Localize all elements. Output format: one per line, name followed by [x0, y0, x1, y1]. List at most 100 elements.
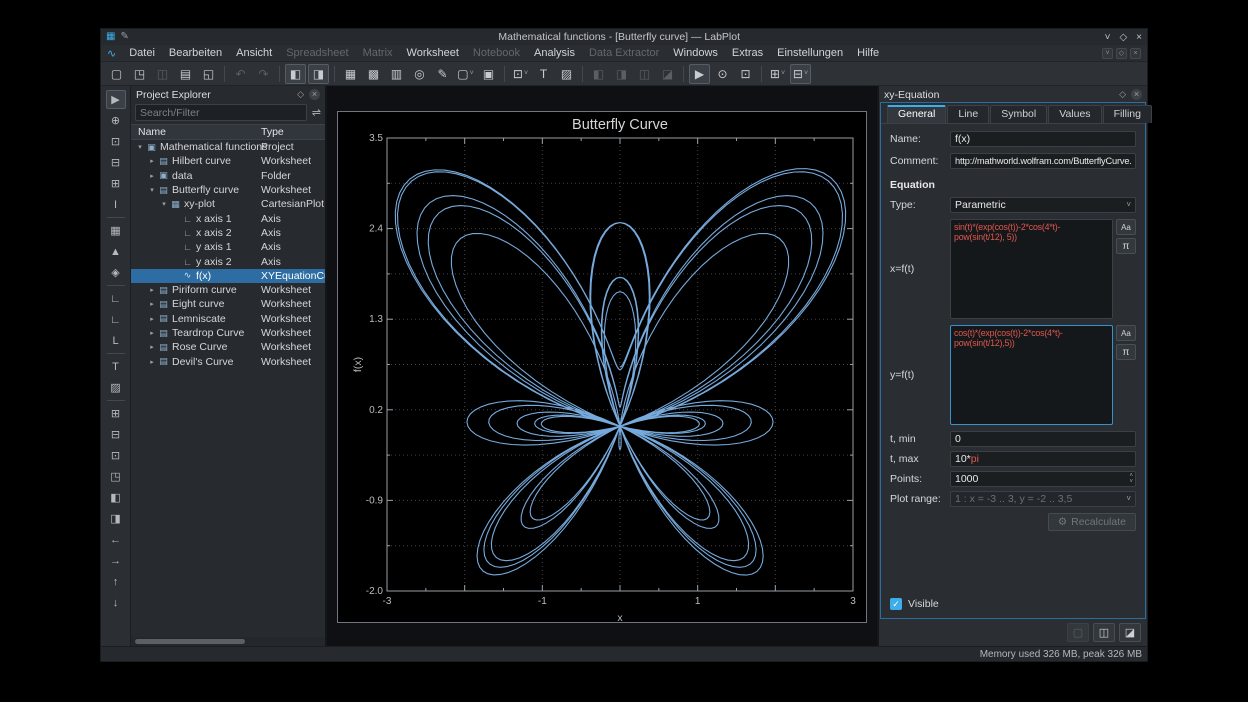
add-image-button[interactable]: ▨ [106, 378, 126, 397]
expander-icon[interactable]: ▸ [147, 286, 157, 294]
zoom-out-button[interactable]: ⊟ [106, 425, 126, 444]
pin-icon[interactable]: ✎ [120, 29, 128, 45]
child-close-icon[interactable]: × [1130, 48, 1141, 59]
shift-right-x-button[interactable]: → [106, 551, 126, 570]
add-y-axis-button[interactable]: ∟ [106, 310, 126, 329]
menu-datei[interactable]: Datei [122, 45, 162, 62]
t-max-input[interactable]: 10*pi [950, 451, 1136, 467]
insert-constant-button[interactable]: π [1116, 344, 1136, 360]
add-curve-button[interactable]: ◈ [106, 263, 126, 282]
menu-ansicht[interactable]: Ansicht [229, 45, 279, 62]
zoom-origin-button[interactable]: ⊡ [106, 446, 126, 465]
add-text-label-button[interactable]: T [106, 357, 126, 376]
menu-analysis[interactable]: Analysis [527, 45, 582, 62]
magnification-button[interactable]: ⊞˅ [767, 64, 788, 84]
tab-general[interactable]: General [887, 105, 946, 123]
float-panel-icon[interactable]: ◇ [297, 89, 304, 100]
expander-icon[interactable]: ▾ [147, 186, 157, 194]
save-template-button[interactable]: ◫ [1093, 623, 1115, 642]
comment-input[interactable] [950, 153, 1136, 169]
zoom-select-region-button[interactable]: ⊡ [106, 132, 126, 151]
butterfly-plot[interactable]: -3-1133.52.41.30.2-0.9-2.0Butterfly Curv… [338, 112, 866, 622]
zoom-select-y-button[interactable]: ⊞ [106, 174, 126, 193]
expander-icon[interactable]: ▾ [135, 143, 145, 151]
tree-item-x-axis-1[interactable]: ∟x axis 1Axis [131, 211, 325, 225]
tree-item-mathematical-functions[interactable]: ▾▣Mathematical functionsProject [131, 140, 325, 154]
add-axis-button[interactable]: L [106, 331, 126, 350]
tab-filling[interactable]: Filling [1103, 105, 1152, 123]
add-image-button[interactable]: ▨ [556, 64, 577, 84]
shift-down-y-button[interactable]: ↓ [106, 593, 126, 612]
print-button[interactable]: ▤ [175, 64, 196, 84]
name-input[interactable] [950, 131, 1136, 147]
tree-item-lemniscate[interactable]: ▸▤LemniscateWorksheet [131, 312, 325, 326]
insert-function-button[interactable]: Aa [1116, 325, 1136, 341]
tree-item-xy-plot[interactable]: ▾▦xy-plotCartesianPlot [131, 197, 325, 211]
pan-mode-button[interactable]: ⊙ [712, 64, 733, 84]
float-panel-icon[interactable]: ◇ [1119, 89, 1126, 100]
new-spreadsheet-button[interactable]: ▦ [340, 64, 361, 84]
worksheet-page[interactable]: -3-1133.52.41.30.2-0.9-2.0Butterfly Curv… [337, 111, 867, 623]
tree-item-data[interactable]: ▸▣dataFolder [131, 169, 325, 183]
points-input[interactable]: 1000 [950, 471, 1136, 487]
tree-item-eight-curve[interactable]: ▸▤Eight curveWorksheet [131, 297, 325, 311]
search-input[interactable] [135, 104, 307, 121]
menu-einstellungen[interactable]: Einstellungen [770, 45, 850, 62]
close-panel-icon[interactable]: × [309, 89, 320, 100]
add-plot-button[interactable]: ▦ [106, 221, 126, 240]
new-file-button[interactable]: ▢ [106, 64, 127, 84]
expander-icon[interactable]: ▸ [147, 172, 157, 180]
new-matrix-button[interactable]: ▩ [363, 64, 384, 84]
x-equation-input[interactable]: sin(t)*(exp(cos(t))-2*cos(4*t)-pow(sin(t… [950, 219, 1113, 319]
add-x-axis-button[interactable]: ∟ [106, 289, 126, 308]
tree-item-y-axis-2[interactable]: ∟y axis 2Axis [131, 254, 325, 268]
shift-left-x-button[interactable]: ← [106, 530, 126, 549]
column-type[interactable]: Type [261, 126, 284, 138]
select-mode-button[interactable]: ▶ [689, 64, 710, 84]
tab-symbol[interactable]: Symbol [990, 105, 1047, 123]
expander-icon[interactable]: ▸ [147, 315, 157, 323]
menu-extras[interactable]: Extras [725, 45, 770, 62]
t-min-input[interactable] [950, 431, 1136, 447]
tree-item-x-axis-2[interactable]: ∟x axis 2Axis [131, 226, 325, 240]
menu-windows[interactable]: Windows [666, 45, 725, 62]
tree-item-devil-s-curve[interactable]: ▸▤Devil's CurveWorksheet [131, 354, 325, 368]
insert-constant-button[interactable]: π [1116, 238, 1136, 254]
new-datapicker-button[interactable]: ◎ [409, 64, 430, 84]
tree-item-y-axis-1[interactable]: ∟y axis 1Axis [131, 240, 325, 254]
close-panel-icon[interactable]: × [1131, 89, 1142, 100]
tree-item-f-x-[interactable]: ∿f(x)XYEquationCurve [131, 269, 325, 283]
visible-checkbox[interactable]: ✓ [890, 598, 902, 610]
column-name[interactable]: Name [138, 126, 166, 138]
expander-icon[interactable]: ▸ [147, 343, 157, 351]
add-text-label-button[interactable]: T [533, 64, 554, 84]
zoom-fit-button[interactable]: ◳ [106, 467, 126, 486]
insert-function-button[interactable]: Aa [1116, 219, 1136, 235]
zoom-select-x-button[interactable]: ⊟ [106, 153, 126, 172]
tree-column-header[interactable]: Name Type [131, 124, 325, 140]
zoom-fit-y-button[interactable]: ◨ [106, 509, 126, 528]
scrollbar-thumb[interactable] [135, 639, 245, 644]
zoom-mode-button[interactable]: ⊡ [735, 64, 756, 84]
maximize-icon[interactable]: ◇ [1119, 32, 1127, 43]
presenter-mode-button[interactable]: ⊟˅ [790, 64, 811, 84]
filter-options-icon[interactable]: ⇌ [312, 106, 321, 119]
child-minimize-icon[interactable]: ˅ [1102, 48, 1113, 59]
zoom-in-button[interactable]: ⊞ [106, 404, 126, 423]
expander-icon[interactable]: ▸ [147, 358, 157, 366]
expander-icon[interactable]: ▸ [147, 329, 157, 337]
text-cursor-button[interactable]: I [106, 195, 126, 214]
menu-worksheet[interactable]: Worksheet [400, 45, 466, 62]
tree-item-rose-curve[interactable]: ▸▤Rose CurveWorksheet [131, 340, 325, 354]
new-folder-button[interactable]: ▣ [478, 64, 499, 84]
tab-line[interactable]: Line [947, 105, 989, 123]
menu-hilfe[interactable]: Hilfe [850, 45, 886, 62]
tree-item-piriform-curve[interactable]: ▸▤Piriform curveWorksheet [131, 283, 325, 297]
minimize-icon[interactable]: ˅ [1105, 32, 1111, 43]
menu-bearbeiten[interactable]: Bearbeiten [162, 45, 229, 62]
tree-item-hilbert-curve[interactable]: ▸▤Hilbert curveWorksheet [131, 154, 325, 168]
y-equation-input[interactable]: cos(t)*(exp(cos(t))-2*cos(4*t)-pow(sin(t… [950, 325, 1113, 425]
add-histogram-button[interactable]: ▲ [106, 242, 126, 261]
cursor-mode-button[interactable]: ▶ [106, 90, 126, 109]
expander-icon[interactable]: ▸ [147, 300, 157, 308]
